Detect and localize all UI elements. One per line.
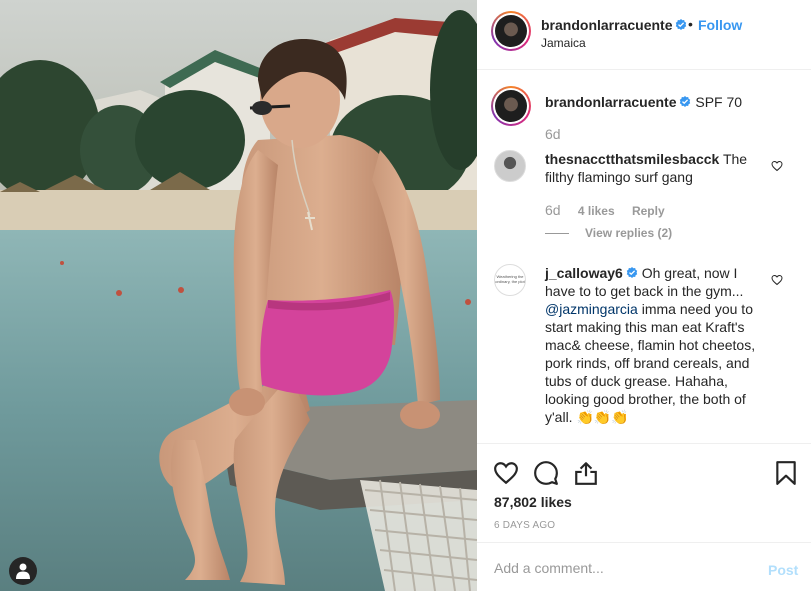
user-tag-button[interactable] <box>9 557 37 585</box>
comment-like-icon[interactable] <box>771 160 783 172</box>
author-avatar[interactable] <box>491 11 531 51</box>
follow-button[interactable]: Follow <box>698 17 742 33</box>
view-replies-button[interactable]: View replies (2) <box>545 226 672 240</box>
photo-illustration <box>0 0 477 591</box>
reply-button[interactable]: Reply <box>632 204 665 218</box>
comment-username[interactable]: thesnacctthatsmilesbacck <box>545 151 719 167</box>
comment-body-end: imma need you to start making this man e… <box>545 301 756 425</box>
comment-age[interactable]: 6d <box>545 202 561 218</box>
comment-like-icon[interactable] <box>771 274 783 286</box>
caption-text-block: brandonlarracuente SPF 70 <box>545 94 795 110</box>
post-timestamp[interactable]: 6 DAYS AGO <box>494 520 555 531</box>
comment-likes[interactable]: 4 likes <box>578 204 615 218</box>
user-tag-icon <box>16 563 30 579</box>
bookmark-icon[interactable] <box>773 460 799 486</box>
comment-username[interactable]: j_calloway6 <box>545 265 623 281</box>
view-replies-label[interactable]: View replies (2) <box>585 226 672 240</box>
comment-meta: 6d 4 likes Reply <box>545 202 665 218</box>
author-username[interactable]: brandonlarracuente <box>541 17 687 33</box>
commenter-avatar[interactable]: Weathering the ordinary, the plot <box>494 264 526 296</box>
author-username-text[interactable]: brandonlarracuente <box>541 17 672 33</box>
caption-author-avatar[interactable] <box>491 86 531 126</box>
verified-badge-icon <box>626 267 638 278</box>
comment-text-block: j_calloway6 Oh great, now I have to to g… <box>545 264 771 426</box>
separator-dot: • <box>688 16 693 32</box>
view-replies-divider <box>545 233 569 235</box>
comment-composer: Post <box>477 542 811 591</box>
verified-badge-icon <box>676 19 687 30</box>
post-comment-button[interactable]: Post <box>768 562 798 578</box>
caption-username[interactable]: brandonlarracuente <box>545 94 676 110</box>
share-icon[interactable] <box>573 460 599 486</box>
likes-count[interactable]: 87,802 likes <box>494 494 572 510</box>
comment-text-block: thesnacctthatsmilesbacck The filthy flam… <box>545 150 771 186</box>
comment-icon[interactable] <box>533 460 559 486</box>
post-side-panel: brandonlarracuente • Follow Jamaica bran… <box>477 0 811 591</box>
heart-icon[interactable] <box>493 460 519 486</box>
verified-badge-icon <box>680 96 691 107</box>
add-comment-input[interactable] <box>494 560 754 576</box>
comment-mention-link[interactable]: @jazmingarcia <box>545 301 638 317</box>
post-photo[interactable] <box>0 0 477 591</box>
post-location[interactable]: Jamaica <box>541 36 586 50</box>
post-header: brandonlarracuente • Follow Jamaica <box>477 0 811 70</box>
commenter-avatar[interactable] <box>494 150 526 182</box>
caption-body: SPF 70 <box>695 94 743 110</box>
commenter-avatar-text: Weathering the ordinary, the plot <box>495 274 525 284</box>
caption-age[interactable]: 6d <box>545 126 561 142</box>
